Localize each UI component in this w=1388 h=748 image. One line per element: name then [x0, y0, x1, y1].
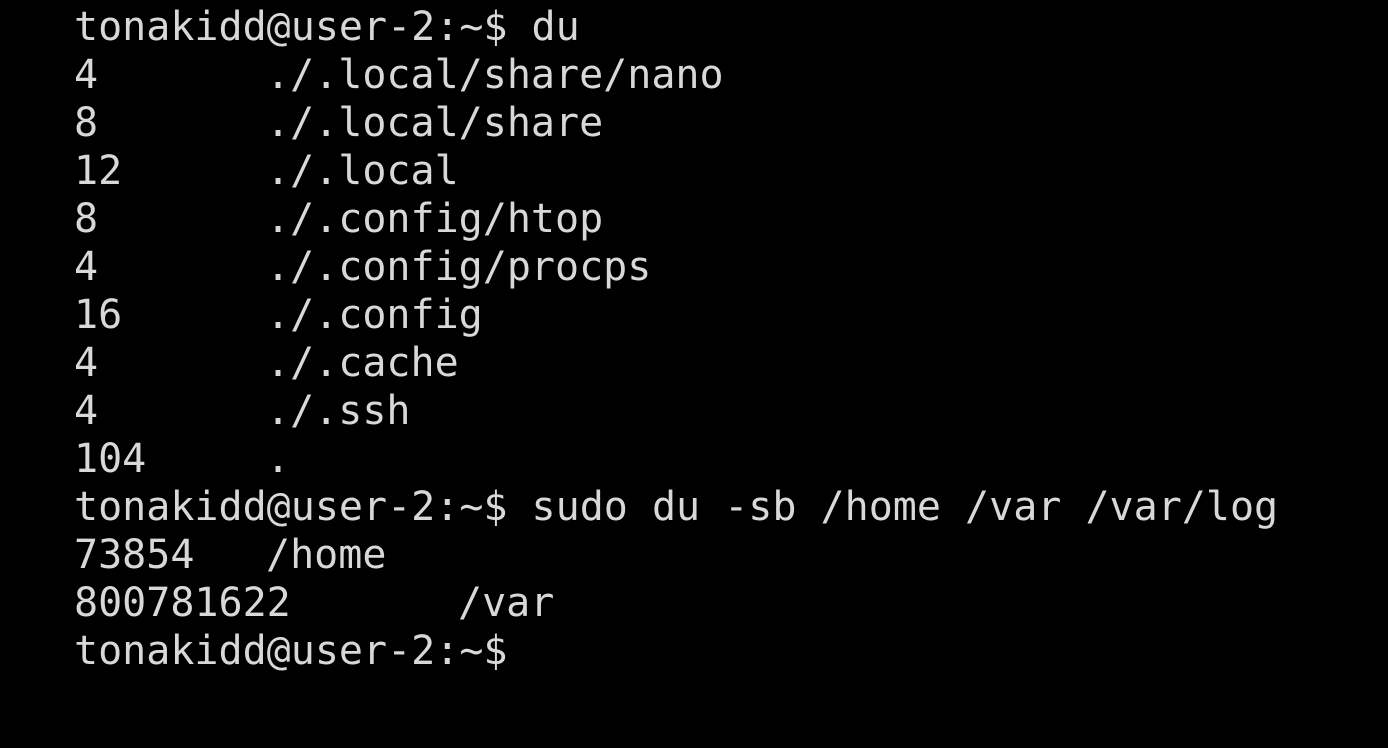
du-size: 4 [74, 388, 99, 434]
du-size: 104 [74, 436, 147, 482]
du-output-row: 12 ./.local [74, 147, 1278, 195]
du-path: ./.cache [266, 340, 459, 386]
du-path: ./.local/share/nano [266, 52, 724, 98]
command-line: tonakidd@user-2:~$ sudo du -sb /home /va… [74, 484, 1279, 530]
du-path: ./.config/procps [266, 244, 652, 290]
du-output-row: 4 ./.local/share/nano [74, 51, 1278, 99]
du-path: ./.local [266, 148, 459, 194]
du-output-row: 104. [74, 435, 1278, 483]
du-size: 8 [74, 196, 99, 242]
du-output-row: 8 ./.local/share [74, 99, 1278, 147]
du-output-row: 73854/home [74, 531, 1278, 579]
du-size: 4 [74, 340, 99, 386]
du-size: 12 [74, 148, 123, 194]
du-output-row: 4 ./.ssh [74, 387, 1278, 435]
du-size: 4 [74, 52, 99, 98]
du-path: ./.config/htop [266, 196, 604, 242]
terminal-output: tonakidd@user-2:~$ du 4 ./.local/share/na… [74, 3, 1278, 675]
du-path: . [266, 436, 291, 482]
du-size: 8 [74, 100, 99, 146]
du-output-row: 8 ./.config/htop [74, 195, 1278, 243]
terminal-window[interactable]: tonakidd@user-2:~$ du 4 ./.local/share/na… [0, 0, 1388, 748]
du-path: /var [458, 580, 555, 626]
du-size: 16 [74, 292, 123, 338]
du-output-row: 4 ./.config/procps [74, 243, 1278, 291]
du-output-row: 4 ./.cache [74, 339, 1278, 387]
du-path: ./.ssh [266, 388, 411, 434]
prompt-line[interactable]: tonakidd@user-2:~$ [74, 627, 1278, 675]
du-path: /home [266, 532, 387, 578]
du-output-row: 800781622/var [74, 579, 1278, 627]
command-line: tonakidd@user-2:~$ du [74, 4, 580, 50]
du-size: 4 [74, 244, 99, 290]
du-size: 73854 [74, 532, 195, 578]
du-size: 800781622 [74, 580, 291, 626]
du-path: ./.config [266, 292, 483, 338]
du-path: ./.local/share [266, 100, 604, 146]
du-output-row: 16 ./.config [74, 291, 1278, 339]
